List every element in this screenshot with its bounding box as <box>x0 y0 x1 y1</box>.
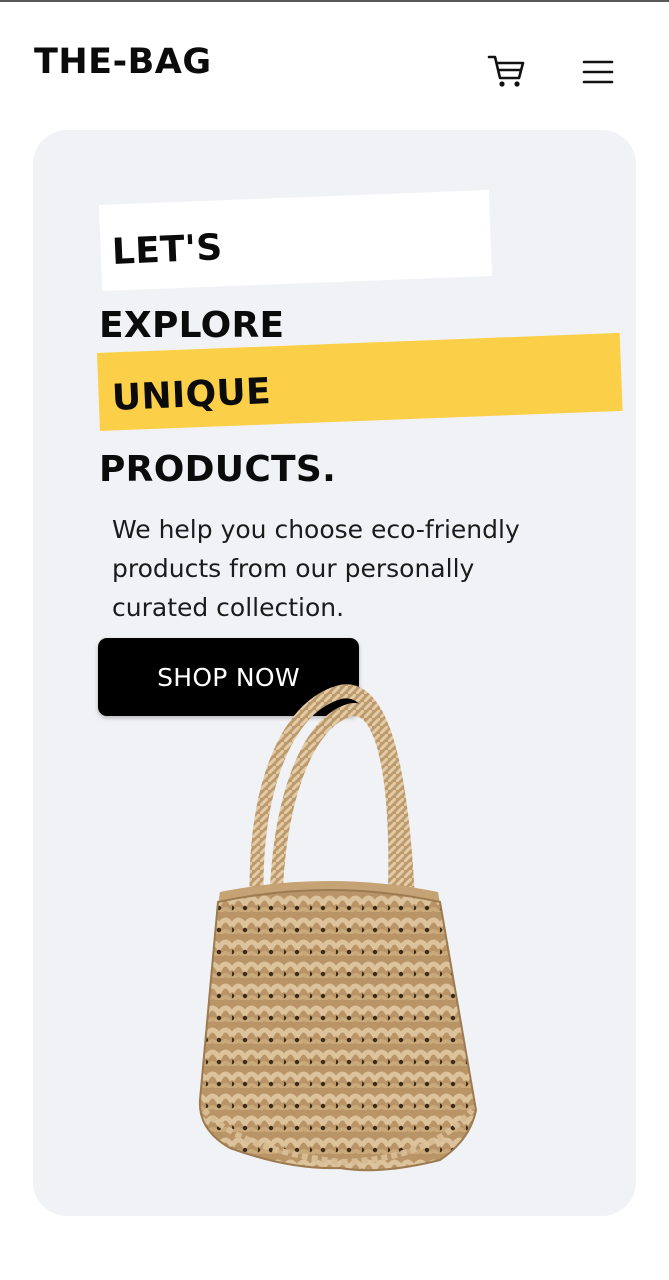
product-bag-image <box>198 684 478 1172</box>
top-border <box>0 0 669 2</box>
headline-word-products: PRODUCTS. <box>99 449 337 490</box>
brand-logo[interactable]: THE-BAG <box>34 42 212 82</box>
description-line: We help you choose eco-friendly <box>112 515 520 544</box>
headline-word-explore: EXPLORE <box>99 305 285 346</box>
hero-description: We help you choose eco-friendly products… <box>112 510 542 627</box>
cart-button[interactable] <box>486 53 528 91</box>
description-line: curated collection. <box>112 593 345 622</box>
headline-word-unique: UNIQUE <box>111 371 272 419</box>
menu-button[interactable] <box>580 58 616 86</box>
description-line: products from our personally <box>112 554 475 583</box>
headline-word-lets: LET'S <box>111 227 224 273</box>
cart-icon <box>487 55 525 87</box>
hamburger-menu-icon <box>582 60 614 84</box>
